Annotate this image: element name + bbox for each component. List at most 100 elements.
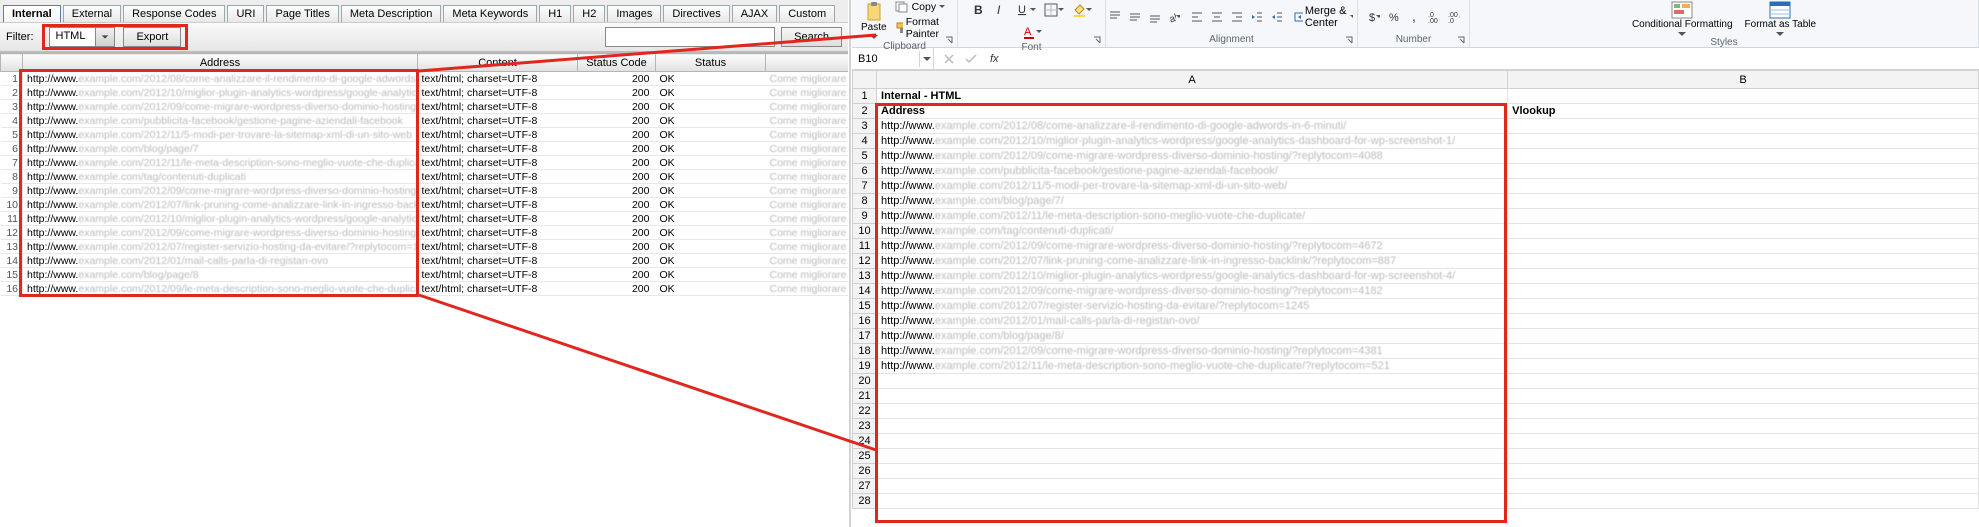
cell-b19[interactable] [1508,359,1979,374]
cell-a15[interactable]: http://www.example.com/2012/07/register-… [877,299,1508,314]
number-dialog-launcher[interactable] [1455,34,1467,46]
cell-a16[interactable]: http://www.example.com/2012/01/mail-call… [877,314,1508,329]
table-row[interactable]: 4http://www.example.com/pubblicita-faceb… [1,114,849,128]
row-header[interactable]: 6 [853,164,877,179]
cell-a23[interactable] [877,419,1508,434]
address-cell[interactable]: http://www.example.com/2012/10/miglior-p… [23,86,418,100]
tab-response-codes[interactable]: Response Codes [123,5,225,22]
table-row[interactable]: 10http://www.example.com/2012/07/link-pr… [1,198,849,212]
cell-b23[interactable] [1508,419,1979,434]
cell-b14[interactable] [1508,284,1979,299]
cell-a4[interactable]: http://www.example.com/2012/10/miglior-p… [877,134,1508,149]
cell-b21[interactable] [1508,389,1979,404]
row-header[interactable]: 17 [853,329,877,344]
table-row[interactable]: 8http://www.example.com/tag/contenuti-du… [1,170,849,184]
conditional-formatting-button[interactable]: Conditional Formatting [1629,0,1736,37]
font-color-button[interactable]: A [1019,22,1045,42]
table-row[interactable]: 2http://www.example.com/2012/10/miglior-… [1,86,849,100]
address-cell[interactable]: http://www.example.com/2012/11/5-modi-pe… [23,128,418,142]
address-cell[interactable]: http://www.example.com/blog/page/7 [23,142,418,156]
row-header[interactable]: 1 [853,89,877,104]
search-button[interactable]: Search [781,27,842,47]
table-row[interactable]: 3http://www.example.com/2012/09/come-mig… [1,100,849,114]
copy-button[interactable]: Copy [893,0,948,14]
table-row[interactable]: 5http://www.example.com/2012/11/5-modi-p… [1,128,849,142]
address-cell[interactable]: http://www.example.com/2012/09/come-migr… [23,226,418,240]
tab-external[interactable]: External [63,5,121,22]
merge-center-button[interactable]: Merge & Center [1289,7,1358,27]
row-header[interactable]: 16 [853,314,877,329]
row-header[interactable]: 27 [853,479,877,494]
cell-b4[interactable] [1508,134,1979,149]
column-header[interactable]: Status [656,54,766,72]
cell-a25[interactable] [877,449,1508,464]
cell-a27[interactable] [877,479,1508,494]
bold-button[interactable]: B [969,0,989,20]
search-input[interactable] [605,27,775,47]
align-middle-button[interactable] [1125,7,1143,27]
row-header[interactable]: 12 [853,254,877,269]
cell-a17[interactable]: http://www.example.com/blog/page/8/ [877,329,1508,344]
clipboard-dialog-launcher[interactable] [943,34,955,46]
row-header[interactable]: 26 [853,464,877,479]
address-cell[interactable]: http://www.example.com/blog/page/8 [23,268,418,282]
tab-uri[interactable]: URI [227,5,264,22]
row-header[interactable]: 24 [853,434,877,449]
format-as-table-button[interactable]: Format as Table [1742,0,1820,37]
cell-b11[interactable] [1508,239,1979,254]
export-button[interactable]: Export [123,27,181,47]
cell-a24[interactable] [877,434,1508,449]
cell-a2[interactable]: Address [877,104,1508,119]
table-row[interactable]: 16http://www.example.com/2012/09/le-meta… [1,282,849,296]
row-header[interactable]: 7 [853,179,877,194]
address-cell[interactable]: http://www.example.com/2012/01/mail-call… [23,254,418,268]
percent-button[interactable]: % [1385,7,1403,27]
cell-a3[interactable]: http://www.example.com/2012/08/come-anal… [877,119,1508,134]
row-header[interactable]: 14 [853,284,877,299]
borders-button[interactable] [1041,0,1067,20]
table-row[interactable]: 9http://www.example.com/2012/09/come-mig… [1,184,849,198]
decrease-decimal-button[interactable]: .00.0 [1445,7,1463,27]
cell-b20[interactable] [1508,374,1979,389]
row-header[interactable]: 15 [853,299,877,314]
address-cell[interactable]: http://www.example.com/2012/08/come-anal… [23,72,418,86]
cell-b15[interactable] [1508,299,1979,314]
format-painter-button[interactable]: Format Painter [893,15,948,41]
row-header[interactable]: 3 [853,119,877,134]
tab-meta-description[interactable]: Meta Description [341,5,442,22]
cell-a11[interactable]: http://www.example.com/2012/09/come-migr… [877,239,1508,254]
filter-combo[interactable]: HTML [49,27,116,47]
address-cell[interactable]: http://www.example.com/tag/contenuti-dup… [23,170,418,184]
cell-b6[interactable] [1508,164,1979,179]
cell-b18[interactable] [1508,344,1979,359]
column-header-b[interactable]: B [1508,71,1979,89]
column-header[interactable]: Status Code [578,54,656,72]
column-header[interactable] [766,54,849,72]
address-cell[interactable]: http://www.example.com/2012/09/le-meta-d… [23,282,418,296]
row-header[interactable]: 8 [853,194,877,209]
formula-bar-input[interactable] [1003,48,1979,69]
align-top-button[interactable] [1105,7,1123,27]
address-cell[interactable]: http://www.example.com/2012/09/come-migr… [23,184,418,198]
cell-a14[interactable]: http://www.example.com/2012/09/come-migr… [877,284,1508,299]
row-header[interactable]: 28 [853,494,877,509]
align-center-button[interactable] [1207,7,1225,27]
cell-b2[interactable]: Vlookup [1508,104,1979,119]
cell-a22[interactable] [877,404,1508,419]
tab-h1[interactable]: H1 [539,5,571,22]
cell-a9[interactable]: http://www.example.com/2012/11/le-meta-d… [877,209,1508,224]
cell-a13[interactable]: http://www.example.com/2012/10/miglior-p… [877,269,1508,284]
cell-a21[interactable] [877,389,1508,404]
row-header[interactable]: 2 [853,104,877,119]
align-bottom-button[interactable] [1145,7,1163,27]
cell-b25[interactable] [1508,449,1979,464]
table-row[interactable]: 1http://www.example.com/2012/08/come-ana… [1,72,849,86]
row-header[interactable]: 9 [853,209,877,224]
cell-a19[interactable]: http://www.example.com/2012/11/le-meta-d… [877,359,1508,374]
table-row[interactable]: 15http://www.example.com/blog/page/8text… [1,268,849,282]
table-row[interactable]: 12http://www.example.com/2012/09/come-mi… [1,226,849,240]
cell-b7[interactable] [1508,179,1979,194]
tab-images[interactable]: Images [607,5,661,22]
address-cell[interactable]: http://www.example.com/2012/09/come-migr… [23,100,418,114]
table-row[interactable]: 7http://www.example.com/2012/11/le-meta-… [1,156,849,170]
